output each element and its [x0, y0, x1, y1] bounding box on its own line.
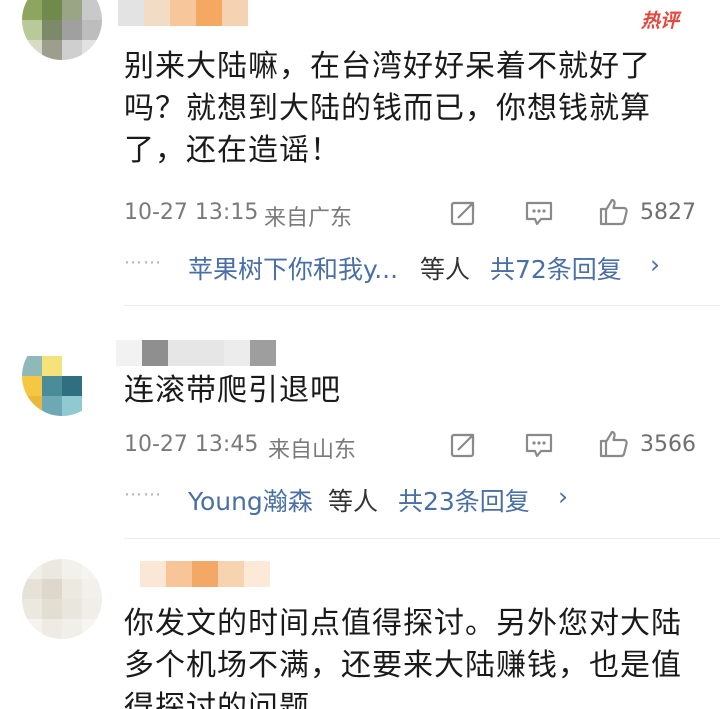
- share-icon[interactable]: [448, 430, 478, 460]
- location-label: 来自山东: [268, 438, 357, 463]
- comment-icon[interactable]: [524, 430, 554, 460]
- username-blurred[interactable]: [118, 0, 248, 26]
- share-icon[interactable]: [448, 198, 478, 228]
- reply-dots: ⋯⋯: [124, 252, 162, 273]
- comment-text: 你发文的时间点值得探讨。另外您对大陆 多个机场不满，还要来大陆赚钱，也是值 得探…: [124, 606, 682, 709]
- comment-meta: 10-27 13:45 来自山东 3566: [124, 430, 704, 463]
- reply-count-link[interactable]: 共23条回复: [398, 482, 530, 518]
- reply-count-link[interactable]: 共72条回复: [490, 250, 622, 286]
- chevron-right-icon[interactable]: ›: [558, 482, 568, 511]
- comment-meta: 10-27 13:15 来自广东 5827: [124, 198, 704, 231]
- chevron-right-icon[interactable]: ›: [650, 250, 660, 279]
- avatar[interactable]: [22, 0, 102, 60]
- timestamp: 10-27 13:45: [124, 432, 259, 457]
- thumbs-up-icon[interactable]: [598, 196, 630, 228]
- comment-item: 你发文的时间点值得探讨。另外您对大陆 多个机场不满，还要来大陆赚钱，也是值 得探…: [0, 539, 720, 709]
- avatar[interactable]: [22, 336, 102, 416]
- username-blurred[interactable]: [116, 340, 276, 366]
- reply-etc-label: 等人: [328, 487, 379, 516]
- location-label: 来自广东: [264, 206, 353, 231]
- comment-item: 连滚带爬引退吧 10-27 13:45 来自山东 3566 ⋯⋯ Young瀚森…: [0, 306, 720, 538]
- reply-names[interactable]: Young瀚森: [188, 482, 313, 518]
- timestamp: 10-27 13:15: [124, 200, 259, 225]
- reply-etc-label: 等人: [420, 255, 471, 284]
- reply-names[interactable]: 苹果树下你和我y...: [188, 250, 398, 286]
- username-blurred[interactable]: [140, 561, 270, 587]
- avatar[interactable]: [22, 559, 102, 639]
- comment-icon[interactable]: [524, 198, 554, 228]
- comment-text: 别来大陆嘛，在台湾好好呆着不就好了 吗？就想到大陆的钱而已，你想钱就算 了，还在…: [124, 49, 651, 168]
- thumbs-up-icon[interactable]: [598, 428, 630, 460]
- comment-text: 连滚带爬引退吧: [124, 373, 341, 408]
- like-count: 3566: [640, 432, 696, 457]
- like-count: 5827: [640, 200, 696, 225]
- reply-dots: ⋯⋯: [124, 484, 162, 505]
- comment-item: 别来大陆嘛，在台湾好好呆着不就好了 吗？就想到大陆的钱而已，你想钱就算 了，还在…: [0, 0, 720, 305]
